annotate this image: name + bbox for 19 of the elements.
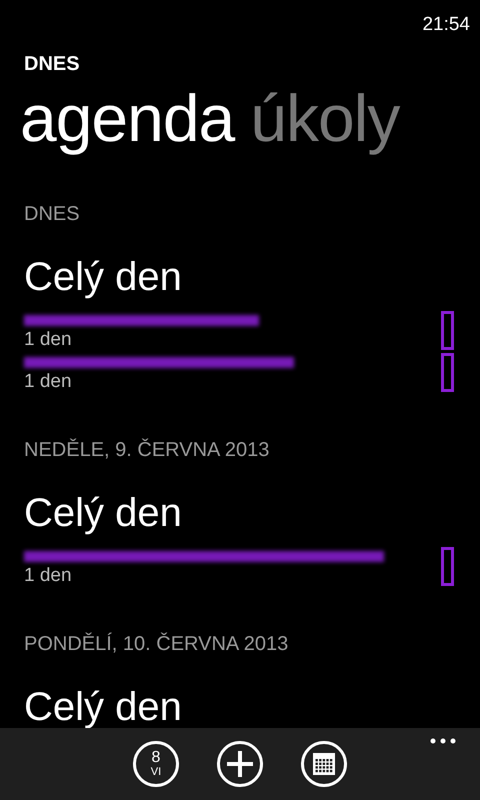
pivot-header[interactable]: úkoly xyxy=(250,81,400,155)
all-day-label: Celý den xyxy=(24,684,182,729)
all-day-label: Celý den xyxy=(24,254,182,299)
all-day-label: Celý den xyxy=(24,490,182,535)
today-button[interactable]: 8 VI xyxy=(133,741,179,787)
date-header: DNES xyxy=(24,202,80,225)
plus-icon xyxy=(227,751,253,777)
calendar-icon xyxy=(313,753,335,775)
date-header: PONDĚLÍ, 10. ČERVNA 2013 xyxy=(24,632,288,655)
event-duration: 1 den xyxy=(24,328,72,350)
clock-time: 21:54 xyxy=(422,14,470,36)
add-button[interactable] xyxy=(217,741,263,787)
event-duration: 1 den xyxy=(24,370,72,392)
calendar-button[interactable] xyxy=(301,741,347,787)
more-icon[interactable] xyxy=(430,738,456,744)
event-duration: 1 den xyxy=(24,564,72,586)
date-header: NEDĚLE, 9. ČERVNA 2013 xyxy=(24,438,270,461)
pivot-header[interactable]: agenda xyxy=(20,81,234,155)
app-title: DNES xyxy=(24,53,80,75)
